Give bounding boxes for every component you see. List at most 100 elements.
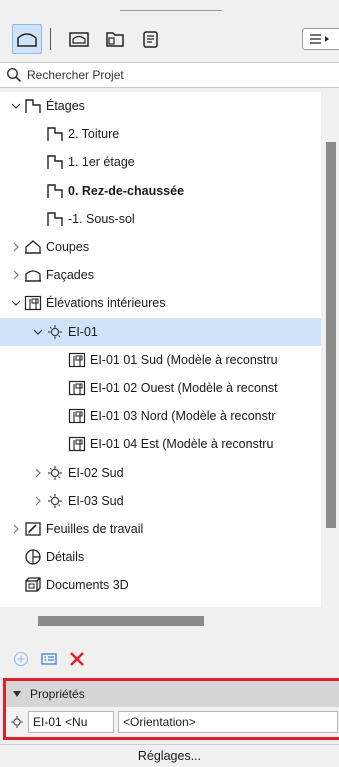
section-icon (25, 240, 41, 254)
tree-item[interactable]: EI-01 04 Est (Modèle à reconstru (0, 430, 321, 458)
tree-item[interactable]: EI-01 03 Nord (Modèle à reconstr (0, 402, 321, 430)
chevron-right-icon[interactable] (10, 269, 22, 281)
tree-item[interactable]: EI-02 Sud (0, 459, 321, 487)
story-icon (47, 183, 63, 198)
properties-header[interactable]: Propriétés (6, 681, 339, 707)
interior-elevation-icon (68, 409, 86, 424)
tree-item[interactable]: Feuilles de travail (0, 515, 321, 543)
tree-item-label: Feuilles de travail (46, 522, 144, 536)
tree-item[interactable]: Façades (0, 261, 321, 289)
tree-item[interactable]: EI-03 Sud (0, 487, 321, 515)
interior-elevation-icon (68, 352, 86, 367)
delete-icon[interactable] (68, 650, 86, 668)
tree-item[interactable]: 1. 1er étage (0, 148, 321, 176)
scrollbar-thumb[interactable] (326, 142, 336, 528)
reference-id-field[interactable]: EI-01 <Nu (28, 711, 114, 733)
search-placeholder: Rechercher Projet (27, 68, 124, 82)
tree-item-label: -1. Sous-sol (68, 211, 135, 226)
tree-item[interactable]: 0. Rez-de-chaussée (0, 177, 321, 205)
tree-item[interactable]: Coupes (0, 233, 321, 261)
chevron-right-icon[interactable] (32, 467, 44, 479)
tree-item[interactable]: 2. Toiture (0, 120, 321, 148)
interior-elevation-icon (24, 296, 42, 311)
publisher-icon (143, 31, 158, 48)
name-field[interactable]: <Orientation> (118, 711, 338, 733)
tree-item[interactable]: Détails (0, 543, 321, 571)
search-icon (6, 67, 22, 83)
project-tree: Étages 2. Toiture 1. 1er étage 0. Rez-de-ch… (0, 92, 321, 607)
tree-item[interactable]: Étages (0, 92, 321, 120)
chevron-right-icon[interactable] (10, 241, 22, 253)
tree-item-label: EI-01 04 Est (Modèle à reconstru (90, 437, 274, 452)
tree-item-label: Élévations intérieures (46, 296, 166, 311)
tree-vertical-scrollbar[interactable] (323, 92, 339, 607)
chevron-right-icon[interactable] (10, 523, 22, 535)
add-icon[interactable] (12, 650, 30, 668)
view-map-icon (69, 32, 89, 47)
tree-item-label: EI-01 01 Sud (Modèle à reconstru (90, 352, 278, 367)
toolbar-separator (50, 28, 51, 50)
tree-item-label: Coupes (46, 240, 90, 254)
ie-marker-icon (48, 324, 62, 339)
properties-panel: Propriétés EI-01 <Nu <Orientation> (3, 678, 339, 740)
tree-item-label: Détails (46, 550, 85, 565)
settings-list-icon[interactable] (40, 650, 58, 668)
interior-elevation-icon (68, 380, 86, 396)
ie-marker-icon (48, 465, 62, 480)
navigator-toolbar (0, 22, 339, 56)
ie-marker-icon (11, 716, 23, 728)
interior-elevation-icon (68, 437, 86, 452)
properties-fields: EI-01 <Nu <Orientation> (6, 707, 339, 737)
search-field[interactable]: Rechercher Projet (0, 62, 339, 88)
tree-item[interactable]: -1. Sous-sol (0, 205, 321, 233)
tree-item-label: 2. Toiture (68, 127, 120, 142)
story-icon (25, 99, 41, 113)
tree-horizontal-scrollbar[interactable] (38, 616, 204, 626)
detail-icon (25, 549, 41, 565)
story-icon (47, 212, 63, 226)
navigator-menu-button[interactable] (302, 28, 339, 50)
tree-item[interactable]: EI-01 01 Sud (Modèle à reconstru (0, 346, 321, 374)
settings-button[interactable]: Réglages... (0, 744, 339, 767)
layout-book-button[interactable] (100, 24, 130, 54)
tree-item[interactable]: EI-01 02 Ouest (Modèle à reconst (0, 374, 321, 402)
project-map-button[interactable] (12, 24, 42, 54)
tree-item-label: EI-02 Sud (68, 465, 124, 480)
publisher-button[interactable] (136, 24, 166, 54)
tree-item-label: Étages (46, 99, 85, 113)
elevation-icon (25, 270, 41, 282)
tree-item[interactable]: EI-01 (0, 317, 321, 346)
layout-book-icon (106, 32, 124, 47)
chevron-down-icon[interactable] (32, 326, 44, 338)
tree-item-label: 1. 1er étage (68, 155, 135, 170)
view-map-button[interactable] (64, 24, 94, 54)
ie-marker-icon (48, 493, 62, 508)
properties-title: Propriétés (30, 687, 85, 701)
story-icon (47, 155, 63, 170)
tree-item-label: EI-03 Sud (68, 493, 124, 508)
chevron-down-icon[interactable] (10, 100, 22, 112)
tree-item-label: EI-01 (68, 324, 98, 339)
worksheet-icon (25, 522, 41, 536)
collapse-triangle-icon (13, 691, 21, 697)
document-3d-icon (25, 577, 41, 593)
project-map-icon (17, 33, 37, 47)
chevron-right-icon[interactable] (32, 495, 44, 507)
panel-top-divider (120, 10, 222, 11)
tree-item-label: EI-01 02 Ouest (Modèle à reconst (90, 381, 278, 395)
story-icon (47, 127, 63, 142)
chevron-down-icon[interactable] (10, 297, 22, 309)
tree-item[interactable]: Élévations intérieures (0, 289, 321, 317)
tree-item[interactable]: Documents 3D (0, 571, 321, 599)
tree-item-label: 0. Rez-de-chaussée (68, 183, 185, 198)
menu-icon (310, 34, 329, 44)
